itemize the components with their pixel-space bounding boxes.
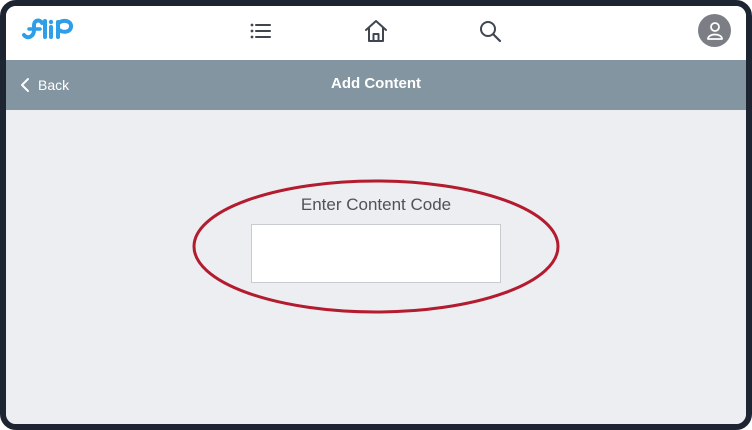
home-icon[interactable] xyxy=(361,16,391,46)
app-window: Back Add Content Enter Content Code xyxy=(0,0,752,430)
search-icon[interactable] xyxy=(475,16,505,46)
content-code-input[interactable] xyxy=(251,224,501,283)
content-code-label: Enter Content Code xyxy=(300,195,452,214)
user-avatar[interactable] xyxy=(698,14,731,47)
page-title: Add Content xyxy=(331,75,421,92)
content-area: Enter Content Code xyxy=(6,110,746,424)
page-header: Back Add Content xyxy=(6,60,746,110)
flip-logo xyxy=(22,18,73,40)
user-icon xyxy=(706,21,723,40)
menu-icon[interactable] xyxy=(246,16,276,46)
top-navigation xyxy=(6,6,746,61)
